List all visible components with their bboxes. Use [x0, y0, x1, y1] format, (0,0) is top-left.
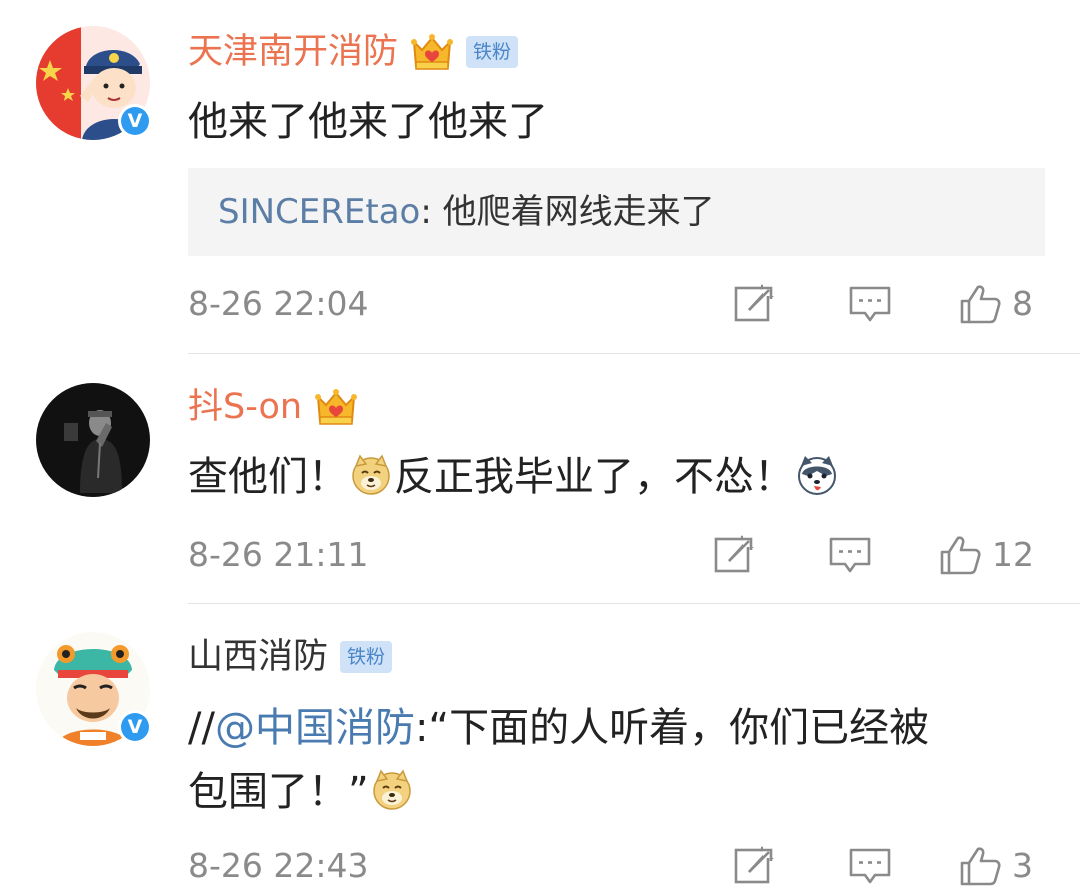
mention-link[interactable]: @中国消防 [215, 705, 415, 751]
fan-badge: 铁粉 [340, 641, 393, 673]
username[interactable]: 天津南开消防 [188, 27, 398, 77]
comment-item: 抖S-on 查他们！ 反正我毕业了，不怂！ 8-26 21:11 12 [0, 355, 1080, 603]
like-count: 12 [992, 535, 1034, 574]
comment-text-part: 包围了！” [188, 769, 369, 815]
like-icon [958, 282, 1002, 326]
quoted-author[interactable]: SINCEREtao [218, 192, 420, 232]
quote-separator: : [420, 192, 443, 232]
timestamp: 8-26 22:43 [188, 846, 369, 885]
like-count: 8 [1012, 284, 1033, 323]
verified-icon: V [118, 710, 152, 744]
like-icon [938, 533, 982, 577]
repost-icon[interactable] [713, 533, 757, 577]
comment-text: 查他们！ 反正我毕业了，不怂！ [188, 445, 840, 509]
comment-text-line-2: 包围了！” [188, 760, 415, 824]
comment-icon[interactable] [828, 533, 872, 577]
comment-meta-row: 8-26 22:43 3 [188, 840, 1045, 892]
vip-crown-icon [410, 32, 454, 72]
comment-icon[interactable] [848, 844, 892, 888]
name-row: 山西消防 铁粉 [188, 632, 393, 682]
comment-text-part: 反正我毕业了，不怂！ [394, 454, 794, 500]
timestamp: 8-26 22:04 [188, 284, 369, 323]
vip-crown-icon [314, 387, 358, 427]
timestamp: 8-26 21:11 [188, 535, 369, 574]
comment-text-line-1: //@中国消防:“下面的人听着，你们已经被 [188, 696, 929, 760]
verified-icon: V [118, 104, 152, 138]
repost-icon[interactable] [733, 844, 777, 888]
comment-feed: V 天津南开消防 铁粉 他来了他来了他来了 SINCEREtao: 他爬着网线走… [0, 0, 1080, 895]
like-button[interactable]: 8 [958, 278, 1033, 330]
comment-item: V 山西消防 铁粉 //@中国消防:“下面的人听着，你们已经被 包围了！” 8-… [0, 604, 1080, 895]
comment-icon[interactable] [848, 282, 892, 326]
doge-emoji-icon [350, 454, 392, 496]
quoted-reply[interactable]: SINCEREtao: 他爬着网线走来了 [188, 168, 1045, 256]
repost-prefix: // [188, 705, 215, 751]
quoted-reply-text: SINCEREtao: 他爬着网线走来了 [218, 178, 715, 246]
repost-icon[interactable] [733, 282, 777, 326]
doge-emoji-icon [371, 769, 413, 811]
bw-photo-avatar [36, 383, 150, 497]
like-icon [958, 844, 1002, 888]
divider [188, 353, 1080, 354]
fan-badge: 铁粉 [466, 36, 519, 68]
comment-item: V 天津南开消防 铁粉 他来了他来了他来了 SINCEREtao: 他爬着网线走… [0, 0, 1080, 355]
comment-meta-row: 8-26 21:11 12 [188, 529, 1045, 581]
avatar[interactable]: V [36, 26, 152, 140]
comment-text-part: 查他们！ [188, 454, 348, 500]
husky-emoji-icon [796, 454, 838, 496]
name-row: 天津南开消防 铁粉 [188, 27, 519, 77]
avatar[interactable] [36, 383, 150, 497]
like-button[interactable]: 3 [958, 840, 1033, 892]
avatar[interactable]: V [36, 632, 152, 746]
comment-text-part: :“下面的人听着，你们已经被 [414, 705, 930, 751]
like-count: 3 [1012, 846, 1033, 885]
quoted-message: 他爬着网线走来了 [442, 192, 715, 232]
username[interactable]: 山西消防 [188, 632, 328, 682]
like-button[interactable]: 12 [938, 529, 1034, 581]
comment-text: 他来了他来了他来了 [188, 99, 548, 145]
comment-meta-row: 8-26 22:04 8 [188, 278, 1045, 330]
name-row: 抖S-on [188, 382, 358, 432]
username[interactable]: 抖S-on [188, 382, 302, 432]
